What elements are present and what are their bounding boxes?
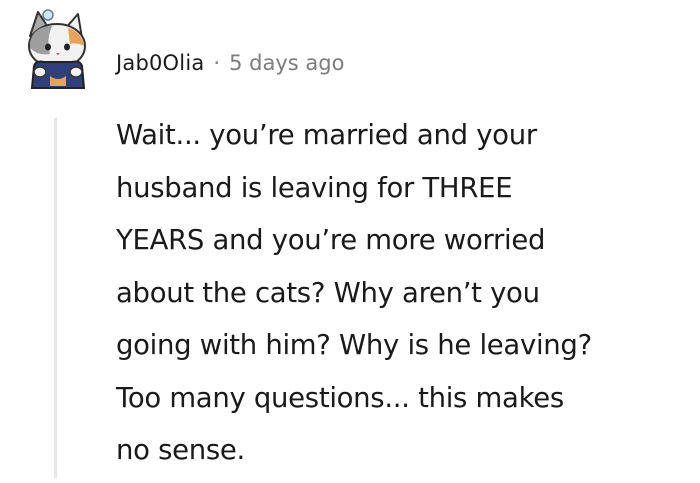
meta-separator: · — [213, 51, 221, 75]
comment-body: Wait... you’re married and your husband … — [116, 109, 696, 477]
comment-timestamp[interactable]: 5 days ago — [229, 51, 344, 75]
comment-body-line: husband is leaving for THREE — [116, 171, 513, 204]
comment-body-line: going with him? Why is he leaving? — [116, 329, 592, 361]
comment-body-line: YEARS and you’re more worried — [116, 224, 546, 256]
user-avatar[interactable] — [20, 6, 94, 92]
comment-header: Jab0Olia · 5 days ago — [116, 46, 344, 80]
comment-body-line: Wait... you’re married and your — [116, 119, 537, 151]
comment-body-line: no sense. — [116, 434, 245, 466]
comment-body-line: Too many questions... this makes — [116, 381, 564, 414]
comment: Jab0Olia · 5 days ago Wait... you’re mar… — [0, 0, 700, 483]
username-link[interactable]: Jab0Olia — [116, 51, 204, 75]
cat-avatar-icon — [28, 9, 86, 89]
comment-body-line: about the cats? Why aren’t you — [116, 276, 540, 309]
thread-line[interactable] — [54, 118, 57, 478]
